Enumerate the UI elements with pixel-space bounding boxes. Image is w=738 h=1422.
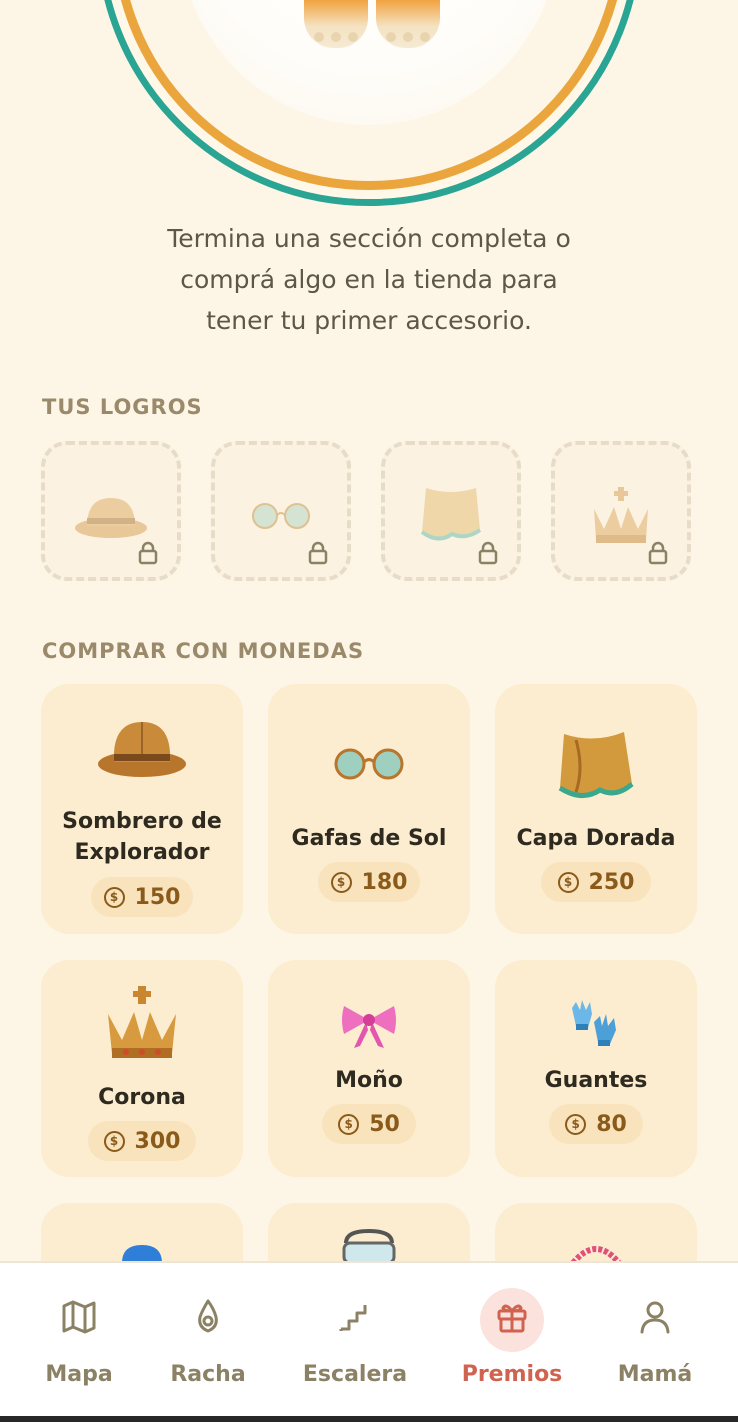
achievement-sunglasses[interactable] [211,441,351,581]
cap-icon [41,1243,243,1263]
nav-item-premios[interactable]: Premios [442,1263,582,1413]
achievement-explorer-hat[interactable] [41,441,181,581]
achievements-title: TUS LOGROS [42,395,203,419]
coin-icon: $ [103,1130,125,1152]
shop-item-bow[interactable]: Moño $ 50 [268,960,470,1177]
tiger-mascot-paws [304,0,440,50]
price-tag: $ 80 [549,1104,643,1144]
lock-icon [478,541,498,565]
coin-icon: $ [103,886,125,908]
price-tag: $ 50 [322,1104,416,1144]
achievement-golden-cape[interactable] [381,441,521,581]
home-indicator [0,1416,738,1422]
goggles-icon [268,1229,470,1263]
map-icon [62,1300,96,1334]
coin-icon: $ [338,1113,360,1135]
achievement-crown[interactable] [551,441,691,581]
coin-icon: $ [565,1113,587,1135]
crown-icon [41,984,243,1064]
golden-cape-icon [495,728,697,806]
coin-icon: $ [557,871,579,893]
nav-item-mama[interactable]: Mamá [585,1263,725,1413]
gift-icon [497,1304,527,1333]
lock-icon [308,541,328,565]
stairs-icon [339,1305,367,1331]
nav-item-racha[interactable]: Racha [138,1263,278,1413]
lock-icon [138,541,158,565]
avatar-hero [0,0,738,210]
shop-item-sunglasses[interactable]: Gafas de Sol $ 180 [268,684,470,934]
price-tag: $ 250 [541,862,651,902]
lock-icon [648,541,668,565]
shop-item-crown[interactable]: Corona $ 300 [41,960,243,1177]
price-tag: $ 300 [88,1121,196,1161]
nav-item-escalera[interactable]: Escalera [285,1263,425,1413]
sunglasses-icon [268,744,470,784]
price-tag: $ 180 [318,862,420,902]
empty-accessories-message: Termina una sección completa o comprá al… [167,224,571,335]
price-tag: $ 150 [91,877,193,917]
shop-item-gloves[interactable]: Guantes $ 80 [495,960,697,1177]
gloves-icon [495,998,697,1052]
coin-icon: $ [330,871,352,893]
necklace-icon [495,1241,697,1263]
nav-item-mapa[interactable]: Mapa [9,1263,149,1413]
bottom-nav: Mapa Racha Escalera Premios Mamá [0,1261,738,1422]
flame-icon [198,1299,218,1333]
user-icon [640,1301,670,1334]
shop-item-explorer-hat[interactable]: Sombrero de Explorador $ 150 [41,684,243,934]
explorer-hat-icon [41,714,243,780]
shop-item-golden-cape[interactable]: Capa Dorada $ 250 [495,684,697,934]
shop-title: COMPRAR CON MONEDAS [42,639,365,663]
bow-icon [268,1000,470,1050]
